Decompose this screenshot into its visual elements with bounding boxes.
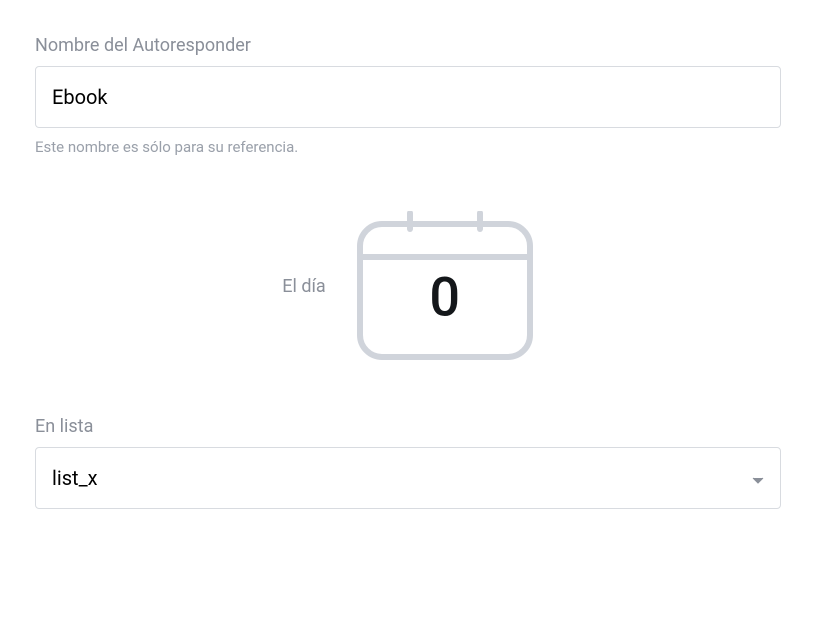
calendar-widget[interactable]: 0 (356, 211, 534, 361)
autoresponder-name-label: Nombre del Autoresponder (35, 35, 781, 56)
autoresponder-name-helper: Este nombre es sólo para su referencia. (35, 138, 781, 156)
autoresponder-name-input[interactable] (35, 66, 781, 128)
chevron-down-icon (752, 466, 764, 490)
list-label: En lista (35, 416, 781, 437)
list-selected-value: list_x (52, 466, 98, 490)
day-label: El día (282, 276, 325, 297)
list-select[interactable]: list_x (35, 447, 781, 509)
day-value: 0 (429, 267, 460, 330)
